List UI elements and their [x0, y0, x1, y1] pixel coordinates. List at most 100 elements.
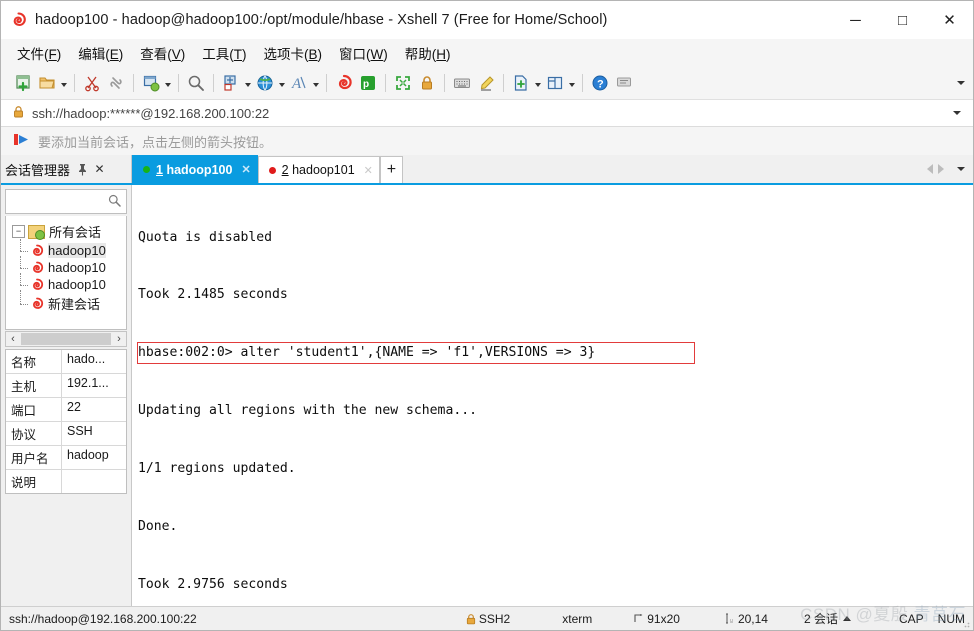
tree-item-hadoop101[interactable]: hadoop10: [6, 256, 126, 276]
tab-hadoop101[interactable]: 2 hadoop101 ✕: [257, 156, 380, 183]
fullscreen-icon[interactable]: [391, 71, 415, 95]
menu-edit[interactable]: 编辑(E): [76, 41, 125, 65]
tab-prev-arrow[interactable]: [927, 164, 933, 174]
menu-edit-label: 编辑: [78, 47, 106, 62]
menu-help-label: 帮助: [404, 47, 432, 62]
open-folder-icon[interactable]: [35, 71, 59, 95]
transfer-file-caret[interactable]: [243, 71, 253, 95]
tab-hadoop100[interactable]: 1 hadoop100 ✕: [132, 155, 258, 183]
scroll-thumb[interactable]: [21, 333, 111, 345]
tree-connector: [20, 303, 28, 305]
status-sessions[interactable]: 2 会话: [804, 610, 851, 627]
tree-connector: [20, 250, 28, 252]
add-note-icon[interactable]: [509, 71, 533, 95]
status-security: SSH2: [466, 612, 510, 626]
tab-next-arrow[interactable]: [938, 164, 944, 174]
status-term-type: xterm: [562, 611, 593, 626]
keyboard-icon[interactable]: [450, 71, 474, 95]
title-bar: hadoop100 - hadoop@hadoop100:/opt/module…: [1, 1, 973, 39]
menu-help[interactable]: 帮助(H): [403, 41, 453, 65]
toolbar: A p ?: [1, 67, 973, 100]
xftp-icon[interactable]: p: [356, 71, 380, 95]
minimize-button[interactable]: ─: [832, 1, 879, 39]
session-manager-panel: − 所有会话 hadoop10 hadoop10 hadoop10 新建会话 ‹…: [1, 185, 132, 606]
web-browser-icon[interactable]: [253, 71, 277, 95]
tree-root-label: 所有会话: [49, 225, 102, 240]
search-icon[interactable]: [108, 194, 121, 210]
session-manager-close-icon[interactable]: ✕: [91, 158, 108, 180]
tree-line: [20, 256, 21, 268]
scroll-right-icon[interactable]: ›: [112, 333, 126, 345]
highlight-pen-icon[interactable]: [474, 71, 498, 95]
comment-icon[interactable]: [612, 71, 636, 95]
tree-item-hadoop100-label: hadoop10: [48, 243, 106, 258]
terminal-line: Updating all regions with the new schema…: [138, 403, 477, 419]
status-sessions-label: 2 会话: [803, 612, 838, 626]
status-cursor-label: 20,14: [737, 611, 768, 626]
property-key: 用户名: [6, 446, 62, 469]
property-value: 192.1...: [67, 376, 109, 390]
property-key: 协议: [6, 422, 62, 445]
menu-window[interactable]: 窗口(W): [337, 41, 390, 65]
menu-tabs[interactable]: 选项卡(B): [262, 41, 325, 65]
window-controls: ─ □ ✕: [832, 1, 973, 39]
resize-grip[interactable]: [960, 617, 970, 628]
address-dropdown-caret[interactable]: [953, 111, 961, 115]
menu-tools-label: 工具: [202, 47, 230, 62]
lock-icon[interactable]: [415, 71, 439, 95]
session-search-box[interactable]: [5, 189, 127, 214]
menu-file[interactable]: 文件(F): [15, 41, 63, 65]
resize-icon: [634, 613, 644, 624]
font-icon[interactable]: A: [287, 71, 311, 95]
tree-line: [20, 239, 21, 251]
menu-window-label: 窗口: [339, 47, 367, 62]
tree-item-hadoop102[interactable]: hadoop10: [6, 273, 126, 293]
font-caret[interactable]: [311, 71, 321, 95]
tree-connector: [20, 284, 28, 286]
tab-hadoop101-close-icon[interactable]: ✕: [364, 164, 373, 177]
menu-file-accel: F: [48, 47, 57, 62]
paste-icon[interactable]: [104, 71, 128, 95]
maximize-button[interactable]: □: [879, 1, 926, 39]
add-note-caret[interactable]: [533, 71, 543, 95]
session-properties-caret[interactable]: [163, 71, 173, 95]
session-properties-icon[interactable]: [139, 71, 163, 95]
status-bar: ssh://hadoop@192.168.200.100:22 SSH2 xte…: [1, 606, 973, 630]
status-size: 91x20: [634, 612, 680, 626]
status-sessions-caret[interactable]: [842, 616, 851, 621]
session-tree[interactable]: − 所有会话 hadoop10 hadoop10 hadoop10 新建会话: [5, 216, 127, 330]
menu-tools[interactable]: 工具(T): [200, 41, 248, 65]
menu-view[interactable]: 查看(V): [138, 41, 187, 65]
layout-caret[interactable]: [567, 71, 577, 95]
pin-icon[interactable]: [74, 158, 91, 180]
help-icon[interactable]: ?: [588, 71, 612, 95]
find-icon[interactable]: [184, 71, 208, 95]
menu-edit-accel: E: [109, 47, 119, 62]
hint-text: 要添加当前会话，点击左侧的箭头按钮。: [38, 134, 273, 150]
close-button[interactable]: ✕: [926, 1, 973, 39]
new-session-icon[interactable]: [11, 71, 35, 95]
layout-icon[interactable]: [543, 71, 567, 95]
sidebar-horizontal-scrollbar[interactable]: ‹ ›: [5, 331, 127, 347]
address-bar[interactable]: ssh://hadoop:******@192.168.200.100:22: [1, 100, 973, 127]
tab-status-dot: [143, 166, 150, 173]
toolbar-overflow-caret[interactable]: [957, 81, 965, 85]
tree-item-new-session[interactable]: 新建会话: [6, 290, 126, 314]
cut-icon[interactable]: [80, 71, 104, 95]
svg-text:A: A: [291, 76, 302, 92]
terminal-output[interactable]: Quota is disabled Took 2.1485 seconds hb…: [132, 185, 973, 606]
new-tab-button[interactable]: +: [379, 156, 403, 183]
menu-bar: 文件(F) 编辑(E) 查看(V) 工具(T) 选项卡(B) 窗口(W) 帮助(…: [1, 39, 973, 67]
xshell-icon[interactable]: [332, 71, 356, 95]
status-cursor: 20,14: [725, 612, 768, 626]
tree-root-all-sessions[interactable]: − 所有会话: [6, 221, 126, 242]
tree-collapse-icon[interactable]: −: [12, 225, 25, 238]
tab-hadoop100-close-icon[interactable]: ✕: [241, 163, 250, 176]
web-browser-caret[interactable]: [277, 71, 287, 95]
scroll-left-icon[interactable]: ‹: [6, 333, 20, 345]
tab-list-caret[interactable]: [957, 167, 965, 171]
address-value: ssh://hadoop:******@192.168.200.100:22: [32, 105, 270, 121]
transfer-file-icon[interactable]: [219, 71, 243, 95]
open-folder-caret[interactable]: [59, 71, 69, 95]
tree-item-hadoop100[interactable]: hadoop10: [6, 239, 126, 259]
